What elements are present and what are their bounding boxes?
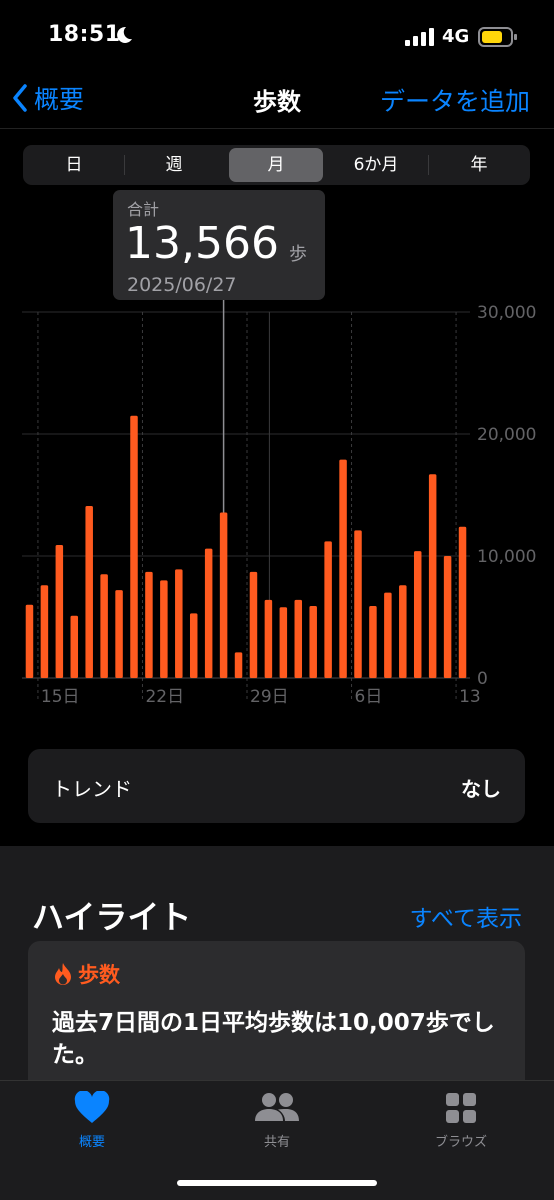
tab-browse[interactable]: ブラウズ xyxy=(401,1091,521,1150)
y-tick-label: 20,000 xyxy=(477,425,536,445)
bar-06/19 xyxy=(100,574,108,678)
bar-07/02 xyxy=(294,599,303,678)
bar-06/24 xyxy=(175,569,183,678)
y-tick-label: 30,000 xyxy=(477,303,536,323)
status-time: 18:51 xyxy=(48,22,121,47)
bar-06/25 xyxy=(189,613,198,678)
segment-6months[interactable]: 6か月 xyxy=(327,148,425,182)
segment-year[interactable]: 年 xyxy=(431,148,527,182)
heart-icon xyxy=(74,1090,110,1123)
x-tick-label: 15日 xyxy=(41,687,80,707)
bar-06/26 xyxy=(204,548,213,678)
period-segmented-control: 日 週 月 6か月 年 xyxy=(23,145,530,185)
tab-summary-label: 概要 xyxy=(78,1135,105,1150)
flame-icon xyxy=(55,963,71,985)
bar-06/29 xyxy=(249,571,258,678)
trend-label: トレンド xyxy=(52,777,132,801)
bar-07/10 xyxy=(413,551,422,678)
bar-06/20 xyxy=(115,590,123,678)
highlights-title: ハイライト xyxy=(32,898,192,936)
y-tick-label: 0 xyxy=(477,669,488,689)
bar-07/05 xyxy=(339,459,347,678)
bar-07/13 xyxy=(458,526,467,678)
show-all-link[interactable]: すべて表示 xyxy=(410,899,522,933)
bar-06/17 xyxy=(70,615,79,678)
nav-divider xyxy=(0,128,554,129)
people-icon xyxy=(255,1093,299,1121)
bar-07/03 xyxy=(309,606,317,678)
bar-06/30 xyxy=(264,599,273,678)
home-indicator xyxy=(177,1180,377,1186)
highlight-text: 過去7日間の1日平均歩数は10,007歩でした。 xyxy=(52,1010,495,1068)
selection-tooltip: 合計 13,566 歩 2025/06/27 xyxy=(113,190,325,300)
bar-07/08 xyxy=(384,592,392,678)
bar-06/23 xyxy=(160,580,168,678)
tooltip-unit: 歩 xyxy=(289,244,307,265)
tooltip-value: 13,566 xyxy=(125,218,279,269)
steps-chart[interactable]: 30,000 20,000 10,000 0 15日 22日 29日 6日 13 xyxy=(0,290,554,720)
highlight-category-label: 歩数 xyxy=(78,963,120,987)
bar-07/12 xyxy=(443,556,452,678)
segment-day[interactable]: 日 xyxy=(26,148,122,182)
highlight-category: 歩数 xyxy=(52,959,120,989)
bar-06/16 xyxy=(55,545,64,678)
bar-07/11 xyxy=(428,474,437,678)
segment-month[interactable]: 月 xyxy=(229,148,323,182)
segment-separator xyxy=(124,155,125,175)
tooltip-label: 合計 xyxy=(127,200,160,219)
bar-06/15 xyxy=(40,585,49,678)
bar-06/18 xyxy=(85,505,93,678)
y-tick-label: 10,000 xyxy=(477,547,536,567)
moon-icon xyxy=(117,26,132,43)
bar-07/01 xyxy=(279,607,288,678)
segment-separator xyxy=(428,155,429,175)
tab-sharing-label: 共有 xyxy=(263,1135,290,1150)
battery-icon xyxy=(478,27,517,47)
network-type: 4G xyxy=(442,26,470,47)
x-tick-label: 29日 xyxy=(250,687,289,707)
signal-icon xyxy=(405,28,434,46)
tooltip-date: 2025/06/27 xyxy=(127,274,237,296)
grid-icon xyxy=(446,1093,476,1123)
tab-browse-label: ブラウズ xyxy=(434,1135,487,1150)
add-data-button[interactable]: データを追加 xyxy=(380,82,530,118)
tab-sharing[interactable]: 共有 xyxy=(217,1091,337,1150)
bar-07/07 xyxy=(369,606,377,678)
bar-07/06 xyxy=(354,530,362,678)
trend-value: なし xyxy=(461,777,501,801)
bar-06/21 xyxy=(130,415,138,678)
bar-06/14 xyxy=(25,604,34,678)
highlight-card[interactable]: 歩数 過去7日間の1日平均歩数は10,007歩でした。 xyxy=(28,941,525,1101)
bar-06/28 xyxy=(234,652,243,678)
x-tick-label: 13 xyxy=(459,687,481,707)
bar-07/09 xyxy=(399,585,407,678)
bar-06/27 xyxy=(219,512,228,678)
x-tick-label: 6日 xyxy=(355,687,383,707)
bar-06/22 xyxy=(145,571,153,678)
x-tick-label: 22日 xyxy=(145,687,184,707)
bar-07/04 xyxy=(324,541,332,678)
segment-week[interactable]: 週 xyxy=(126,148,222,182)
trend-row[interactable]: トレンド なし xyxy=(28,749,525,823)
tab-summary[interactable]: 概要 xyxy=(32,1090,152,1150)
